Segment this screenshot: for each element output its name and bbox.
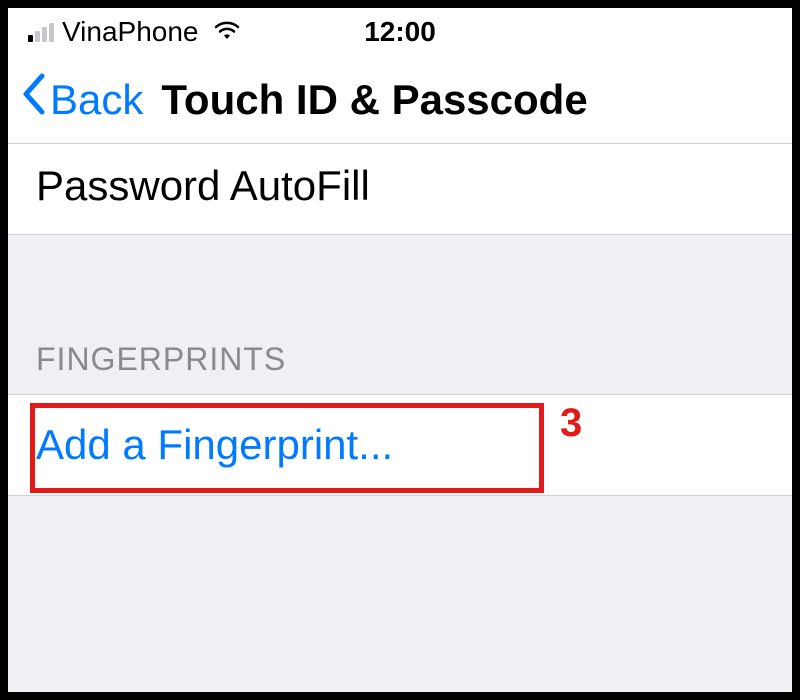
status-left: VinaPhone	[28, 16, 241, 48]
wifi-icon	[213, 19, 241, 46]
annotation-number: 3	[560, 401, 582, 446]
fingerprints-section-header: FINGERPRINTS	[8, 331, 792, 394]
section-gap	[8, 235, 792, 331]
back-label: Back	[50, 76, 143, 124]
add-fingerprint-row[interactable]: Add a Fingerprint... 3	[8, 394, 792, 496]
navigation-bar: Back Touch ID & Passcode	[8, 56, 792, 144]
password-autofill-label: Password AutoFill	[36, 162, 370, 209]
signal-strength-icon	[28, 23, 54, 42]
clock: 12:00	[364, 16, 436, 48]
bottom-gap	[8, 496, 792, 692]
status-bar: VinaPhone 12:00	[8, 8, 792, 56]
password-autofill-row[interactable]: Password AutoFill	[8, 144, 792, 235]
carrier-label: VinaPhone	[62, 16, 199, 48]
content-area: Password AutoFill FINGERPRINTS Add a Fin…	[8, 144, 792, 692]
settings-screen: VinaPhone 12:00 Back Touch ID & Passcode	[8, 8, 792, 692]
chevron-left-icon	[20, 72, 48, 128]
page-title: Touch ID & Passcode	[161, 76, 587, 124]
back-button[interactable]: Back	[20, 72, 143, 128]
add-fingerprint-label: Add a Fingerprint...	[36, 421, 393, 469]
